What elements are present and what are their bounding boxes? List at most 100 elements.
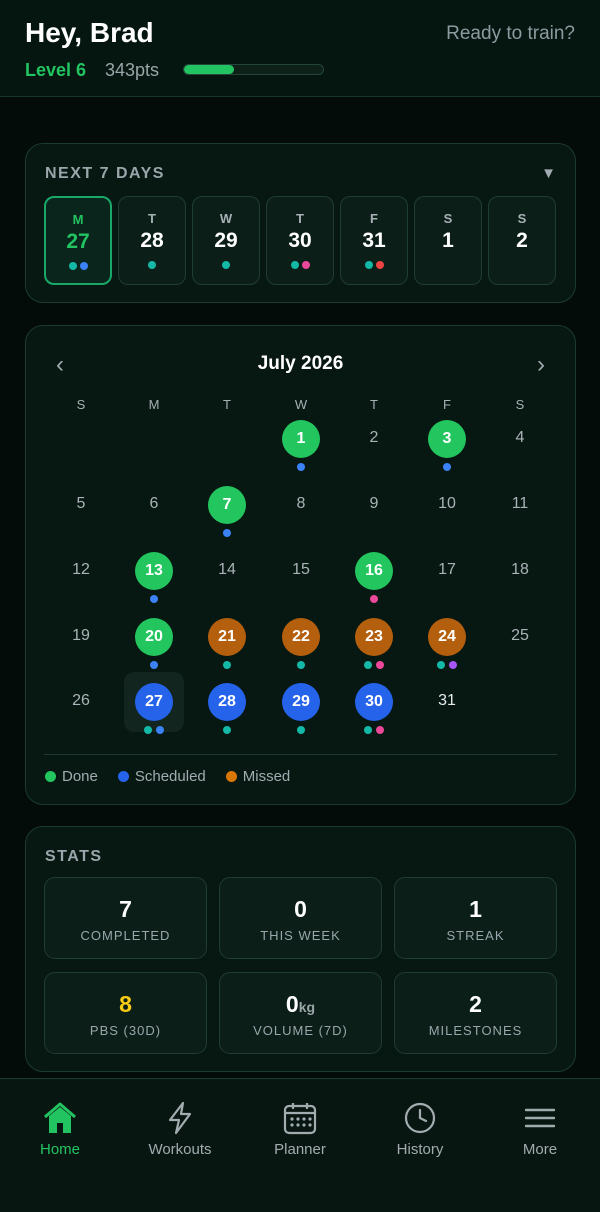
day-tile[interactable]: F 31 (340, 196, 408, 285)
calendar-day[interactable]: 4 (490, 409, 550, 469)
chevron-right-icon[interactable]: › (537, 351, 545, 379)
stat-number: 2 (469, 991, 482, 1017)
calendar-day[interactable]: 27 (124, 672, 184, 734)
day-weekday: F (370, 211, 378, 226)
calendar-day[interactable]: 11 (490, 475, 550, 535)
day-weekday: W (219, 211, 233, 226)
stat-value: 0kg (220, 991, 381, 1018)
calendar-day-number: 17 (438, 561, 456, 578)
calendar-day[interactable]: 20 (124, 607, 184, 669)
calendar-day[interactable]: 26 (51, 672, 111, 732)
stat-tile[interactable]: 0kg VOLUME (7D) (219, 972, 382, 1054)
stat-number: 0 (285, 991, 299, 1017)
calendar-day-dots (271, 726, 331, 734)
event-dot (364, 661, 372, 669)
calendar-day[interactable]: 17 (417, 541, 477, 601)
stat-unit: kg (298, 999, 316, 1015)
calendar-day[interactable]: 31 (417, 672, 477, 732)
stats-grid: 7 COMPLETED 0 THIS WEEK 1 STREAK 8 PBS (30D) 0kg… (44, 877, 557, 1054)
calendar-day[interactable]: 29 (271, 672, 331, 734)
stat-number: 1 (469, 896, 482, 922)
event-dot (156, 726, 164, 734)
calendar-day[interactable]: 16 (344, 541, 404, 603)
day-tile[interactable]: W 29 (192, 196, 260, 285)
calendar-day-number: 31 (438, 692, 456, 709)
event-dot (297, 463, 305, 471)
calendar-day[interactable]: 8 (271, 475, 331, 535)
calendar-day[interactable]: 6 (124, 475, 184, 535)
calendar-day[interactable]: 2 (344, 409, 404, 469)
day-number: 27 (66, 230, 90, 253)
calendar-day[interactable]: 5 (51, 475, 111, 535)
stat-label: THIS WEEK (260, 928, 341, 943)
clock-icon (360, 1101, 480, 1135)
calendar-day[interactable]: 28 (197, 672, 257, 734)
calendar-day-dots (197, 529, 257, 537)
day-tile[interactable]: T 28 (118, 196, 186, 285)
nav-item-workouts[interactable]: Workouts (120, 1101, 240, 1158)
nav-item-home[interactable]: Home (0, 1101, 120, 1158)
stat-tile[interactable]: 0 THIS WEEK (219, 877, 382, 959)
day-tile[interactable]: S1 (414, 196, 482, 285)
calendar-day[interactable]: 12 (51, 541, 111, 601)
calendar-day[interactable]: 7 (197, 475, 257, 537)
nav-item-more[interactable]: More (480, 1101, 600, 1158)
nav-label: Planner (274, 1141, 326, 1158)
calendar-day-number: 2 (369, 429, 379, 446)
calendar-day-number: 24 (428, 618, 466, 656)
calendar-day[interactable]: 30 (344, 672, 404, 734)
calendar-day-number: 23 (355, 618, 393, 656)
calendar-day[interactable]: 14 (197, 541, 257, 601)
triangle-down-icon[interactable]: ▼ (541, 165, 556, 182)
event-dot (437, 661, 445, 669)
calendar-day[interactable]: 3 (417, 409, 477, 471)
calendar-day[interactable]: 9 (344, 475, 404, 535)
calendar-day[interactable]: 10 (417, 475, 477, 535)
calendar-day-dots (124, 726, 184, 734)
stat-tile[interactable]: 8 PBS (30D) (44, 972, 207, 1054)
calendar-icon (240, 1101, 360, 1135)
day-tile[interactable]: M 27 (44, 196, 112, 285)
stat-tile[interactable]: 2 MILESTONES (394, 972, 557, 1054)
stat-value: 8 (45, 991, 206, 1018)
calendar-day-number: 27 (135, 683, 173, 721)
day-dots (119, 261, 185, 269)
next-7-days-title: NEXT 7 DAYS (45, 165, 165, 182)
stat-tile[interactable]: 7 COMPLETED (44, 877, 207, 959)
calendar-day[interactable]: 1 (271, 409, 331, 471)
calendar-card: ‹ July 2026 › SMTWTFS 1 2 3 4 5 6 7 8 9 10 11 12 13 1… (25, 325, 576, 805)
legend-label: Missed (242, 768, 291, 785)
calendar-day[interactable]: 25 (490, 607, 550, 667)
calendar-day[interactable]: 22 (271, 607, 331, 669)
calendar-day[interactable]: 19 (51, 607, 111, 667)
nav-item-planner[interactable]: Planner (240, 1101, 360, 1158)
calendar-day[interactable]: 18 (490, 541, 550, 601)
calendar-day[interactable]: 23 (344, 607, 404, 669)
calendar-day-number: 28 (208, 683, 246, 721)
stats-title: STATS (45, 848, 103, 865)
stat-value: 7 (45, 896, 206, 923)
day-tile[interactable]: T 30 (266, 196, 334, 285)
calendar-day[interactable]: 24 (417, 607, 477, 669)
calendar-day-number: 15 (292, 561, 310, 578)
weekday-label: T (223, 397, 231, 412)
weekday-label: S (76, 397, 86, 412)
event-dot (290, 261, 299, 269)
calendar-day-number: 19 (72, 627, 90, 644)
nav-item-history[interactable]: History (360, 1101, 480, 1158)
calendar-day-dots (417, 463, 477, 471)
day-tile[interactable]: S2 (488, 196, 556, 285)
stat-number: 0 (294, 896, 307, 922)
legend-label: Scheduled (134, 768, 206, 785)
calendar-day-number: 14 (218, 561, 236, 578)
calendar-day-number: 13 (135, 552, 173, 590)
stat-number: 8 (119, 991, 132, 1017)
stat-tile[interactable]: 1 STREAK (394, 877, 557, 959)
lightning-icon (120, 1101, 240, 1135)
day-number: 1 (442, 229, 454, 252)
calendar-day-number: 16 (355, 552, 393, 590)
event-dot (79, 262, 88, 270)
calendar-day[interactable]: 15 (271, 541, 331, 601)
calendar-day[interactable]: 13 (124, 541, 184, 603)
calendar-day[interactable]: 21 (197, 607, 257, 669)
